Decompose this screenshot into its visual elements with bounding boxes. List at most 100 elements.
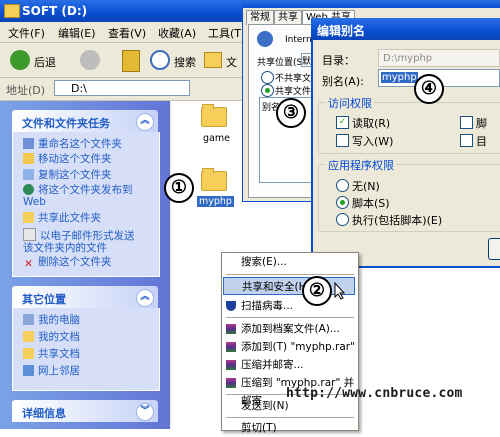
alias-input-value: myphp — [381, 72, 418, 83]
dialog-title: 编辑别名 — [317, 24, 366, 38]
file-tasks-panel: 重命名这个文件夹 移动这个文件夹 复制这个文件夹 将这个文件夹发布到 Web 共… — [12, 132, 160, 277]
address-label: 地址(D) — [6, 84, 46, 97]
read-label: 读取(R) — [352, 117, 391, 130]
window-title: SOFT (D:) — [22, 4, 88, 18]
expand-icon[interactable]: ︾ — [136, 403, 154, 421]
back-button[interactable]: 后退 — [34, 54, 56, 70]
app-scripts-label: 脚本(S) — [352, 197, 390, 210]
other-places-title: 其它位置 — [22, 293, 66, 306]
task-email[interactable]: 以电子邮件形式发送 该文件夹内的文件 — [23, 228, 135, 254]
email-icon — [23, 228, 36, 241]
access-permissions-label: 访问权限 — [326, 95, 374, 111]
task-pane: 文件和文件夹任务 ︽ 重命名这个文件夹 移动这个文件夹 复制这个文件夹 将这个文… — [0, 101, 170, 429]
winrar-icon — [226, 342, 236, 352]
write-checkbox[interactable] — [336, 134, 349, 147]
menu-item-add-archive[interactable]: 添加到档案文件(A)... — [223, 320, 355, 338]
watermark-text: http://www.cnbruce.com — [286, 386, 463, 401]
app-execute-radio[interactable] — [336, 213, 349, 226]
task-share[interactable]: 共享此文件夹 — [23, 212, 101, 224]
move-icon — [23, 153, 34, 164]
task-publish-web[interactable]: 将这个文件夹发布到 Web — [23, 184, 133, 208]
place-my-documents[interactable]: 我的文档 — [23, 331, 80, 343]
menu-file[interactable]: 文件(F) — [8, 25, 45, 41]
search-button[interactable]: 搜索 — [174, 54, 196, 70]
folder-icon[interactable] — [201, 168, 227, 191]
other-places-panel: 我的电脑 我的文档 共享文档 网上邻居 — [12, 308, 160, 391]
ok-button[interactable] — [488, 238, 500, 260]
back-arrow-icon[interactable] — [10, 50, 30, 70]
menu-item-cut[interactable]: 剪切(T) — [223, 419, 355, 437]
menu-item-search[interactable]: 搜索(E)... — [223, 253, 355, 271]
task-move[interactable]: 移动这个文件夹 — [23, 153, 112, 165]
properties-titlebar[interactable] — [242, 0, 500, 8]
write-label: 写入(W) — [352, 135, 394, 148]
read-checkbox[interactable]: ✓ — [336, 116, 349, 129]
shield-icon — [226, 301, 236, 311]
tab-sharing[interactable]: 共享 — [274, 10, 302, 25]
winrar-icon — [226, 378, 236, 388]
folder-icon — [4, 4, 20, 18]
directory-label: 目录： — [322, 54, 355, 67]
address-input[interactable]: D:\ — [54, 80, 190, 96]
app-scripts-radio[interactable] — [336, 196, 349, 209]
task-copy[interactable]: 复制这个文件夹 — [23, 169, 112, 181]
step-marker-2: ② — [302, 276, 332, 306]
details-header[interactable]: 详细信息 ︾ — [12, 400, 158, 422]
file-tasks-header[interactable]: 文件和文件夹任务 ︽ — [12, 110, 158, 132]
step-marker-4: ④ — [414, 74, 444, 104]
menu-favorites[interactable]: 收藏(A) — [158, 25, 196, 41]
step-marker-1: ① — [164, 173, 194, 203]
menu-item-add-to-rar[interactable]: 添加到(T) "myphp.rar" — [223, 338, 355, 356]
forward-arrow-icon[interactable] — [80, 50, 100, 70]
menu-edit[interactable]: 编辑(E) — [58, 25, 96, 41]
directory-browse-label: 目 — [476, 135, 487, 148]
radio-no-share[interactable] — [261, 71, 274, 84]
folders-icon[interactable] — [204, 52, 222, 68]
globe-icon — [23, 184, 34, 195]
place-shared-documents[interactable]: 共享文档 — [23, 348, 80, 360]
winrar-icon — [226, 324, 236, 334]
delete-icon: ✕ — [24, 258, 33, 270]
edit-alias-titlebar[interactable]: 编辑别名 — [311, 18, 500, 40]
app-execute-label: 执行(包括脚本)(E) — [352, 214, 443, 227]
file-tasks-title: 文件和文件夹任务 — [22, 117, 110, 130]
place-network[interactable]: 网上邻居 — [23, 365, 80, 377]
up-folder-icon[interactable] — [122, 50, 140, 72]
file-name-myphp[interactable]: myphp — [197, 196, 234, 207]
search-icon[interactable] — [150, 50, 170, 70]
menu-separator — [226, 274, 354, 275]
app-none-radio[interactable] — [336, 179, 349, 192]
details-title: 详细信息 — [22, 407, 66, 420]
collapse-icon[interactable]: ︽ — [136, 289, 154, 307]
app-permissions-label: 应用程序权限 — [326, 157, 396, 173]
task-delete[interactable]: ✕ 删除这个文件夹 — [23, 256, 111, 270]
folders-button[interactable]: 文 — [226, 54, 237, 70]
folder-icon[interactable] — [201, 104, 227, 127]
menu-view[interactable]: 查看(V) — [108, 25, 146, 41]
menu-separator — [226, 417, 354, 418]
documents-icon — [23, 331, 34, 342]
winrar-icon — [226, 360, 236, 370]
step-marker-3: ③ — [276, 98, 306, 128]
app-none-label: 无(N) — [352, 180, 380, 193]
collapse-icon[interactable]: ︽ — [136, 113, 154, 131]
share-on-label: 共享位置(S) — [257, 58, 306, 68]
script-source-checkbox[interactable] — [460, 116, 473, 129]
file-name-game[interactable]: game — [203, 133, 230, 144]
copy-icon — [23, 169, 34, 180]
menu-tools[interactable]: 工具(T) — [208, 25, 245, 41]
mouse-cursor-icon — [334, 282, 346, 300]
tab-general[interactable]: 常规 — [246, 10, 274, 25]
network-icon — [23, 365, 34, 376]
other-places-header[interactable]: 其它位置 ︽ — [12, 286, 158, 308]
shared-folder-icon — [23, 348, 34, 359]
directory-field: D:\myphp — [378, 49, 500, 67]
directory-browse-checkbox[interactable] — [460, 134, 473, 147]
menu-item-compress-email[interactable]: 压缩并邮寄... — [223, 356, 355, 374]
alias-label: 别名(A): — [322, 75, 364, 88]
share-icon — [23, 212, 34, 223]
rename-icon — [23, 138, 34, 149]
radio-share[interactable] — [261, 84, 274, 97]
place-my-computer[interactable]: 我的电脑 — [23, 314, 80, 326]
task-rename[interactable]: 重命名这个文件夹 — [23, 138, 122, 150]
